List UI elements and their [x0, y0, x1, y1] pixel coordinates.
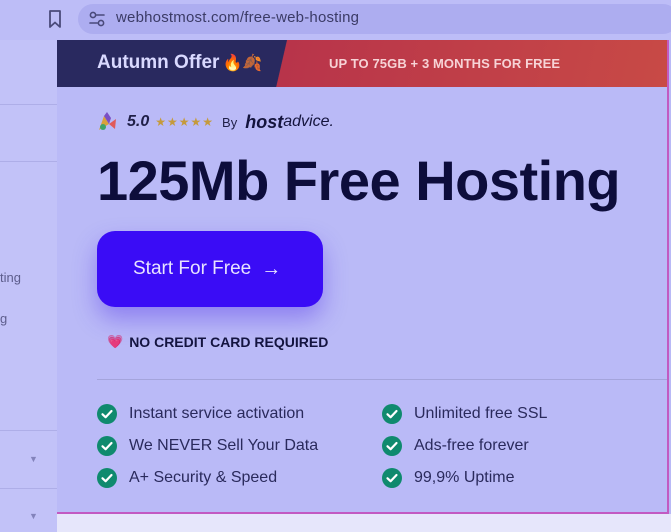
feature-item: 99,9% Uptime: [382, 468, 515, 488]
feature-label: We NEVER Sell Your Data: [129, 437, 319, 454]
browser-toolbar: webhostmost.com/free-web-hosting: [0, 0, 671, 40]
page-bottom-strip: [57, 514, 671, 532]
feature-item: Instant service activation: [97, 404, 304, 424]
check-circle-icon: [97, 404, 117, 424]
rating-stars: ★★★★★: [155, 115, 215, 129]
check-circle-icon: [97, 468, 117, 488]
promo-banner[interactable]: Autumn Offer 🔥🍂 UP TO 75GB + 3 MONTHS FO…: [57, 40, 667, 87]
heart-icon: 💗: [107, 334, 124, 349]
check-circle-icon: [382, 404, 402, 424]
feature-label: Ads-free forever: [414, 437, 529, 454]
offer-emoji: 🔥🍂: [222, 55, 263, 72]
sidebar: ting g ▼ ▼: [0, 40, 57, 532]
sidebar-divider: [0, 104, 57, 105]
sidebar-divider: [0, 488, 57, 489]
feature-item: A+ Security & Speed: [97, 468, 277, 488]
url-text[interactable]: webhostmost.com/free-web-hosting: [116, 9, 359, 26]
chevron-down-icon[interactable]: ▼: [29, 511, 38, 521]
feature-item: We NEVER Sell Your Data: [97, 436, 318, 456]
arrow-right-icon: →: [261, 257, 282, 280]
section-divider: [97, 379, 667, 380]
bookmark-icon[interactable]: [47, 9, 63, 29]
feature-label: A+ Security & Speed: [129, 469, 278, 486]
sidebar-item-2[interactable]: g: [0, 311, 7, 326]
no-credit-card-note: 💗 NO CREDIT CARD REQUIRED: [107, 334, 328, 350]
feature-item: Ads-free forever: [382, 436, 529, 456]
autumn-offer: Autumn Offer 🔥🍂: [97, 52, 262, 74]
start-for-free-button[interactable]: Start For Free →: [97, 231, 323, 307]
hostadvice-logo-bold: host: [245, 111, 284, 132]
check-circle-icon: [382, 468, 402, 488]
hostadvice-logo-light: advice.: [283, 113, 334, 130]
offer-label: Autumn Offer: [97, 52, 220, 73]
rating-by-label: By: [222, 114, 238, 130]
promo-text: UP TO 75GB + 3 MONTHS FOR FREE: [329, 56, 561, 71]
rating-mascot-icon: [99, 112, 116, 130]
feature-label: Unlimited free SSL: [414, 405, 548, 422]
page-title: 125Mb Free Hosting: [97, 149, 621, 212]
check-circle-icon: [97, 436, 117, 456]
page-content: Autumn Offer 🔥🍂 UP TO 75GB + 3 MONTHS FO…: [57, 40, 669, 514]
feature-label: Instant service activation: [129, 405, 305, 422]
chevron-down-icon[interactable]: ▼: [29, 454, 38, 464]
start-button-label: Start For Free: [133, 258, 252, 279]
rating-score: 5.0: [127, 113, 150, 130]
check-circle-icon: [382, 436, 402, 456]
sidebar-divider: [0, 161, 57, 162]
sidebar-divider: [0, 430, 57, 431]
no-credit-card-text: NO CREDIT CARD REQUIRED: [129, 334, 329, 350]
feature-item: Unlimited free SSL: [382, 404, 547, 424]
feature-label: 99,9% Uptime: [414, 469, 515, 486]
site-settings-icon[interactable]: [88, 10, 106, 28]
sidebar-item-hosting[interactable]: ting: [0, 270, 21, 285]
rating-row[interactable]: 5.0 ★★★★★ By host advice.: [95, 110, 334, 134]
